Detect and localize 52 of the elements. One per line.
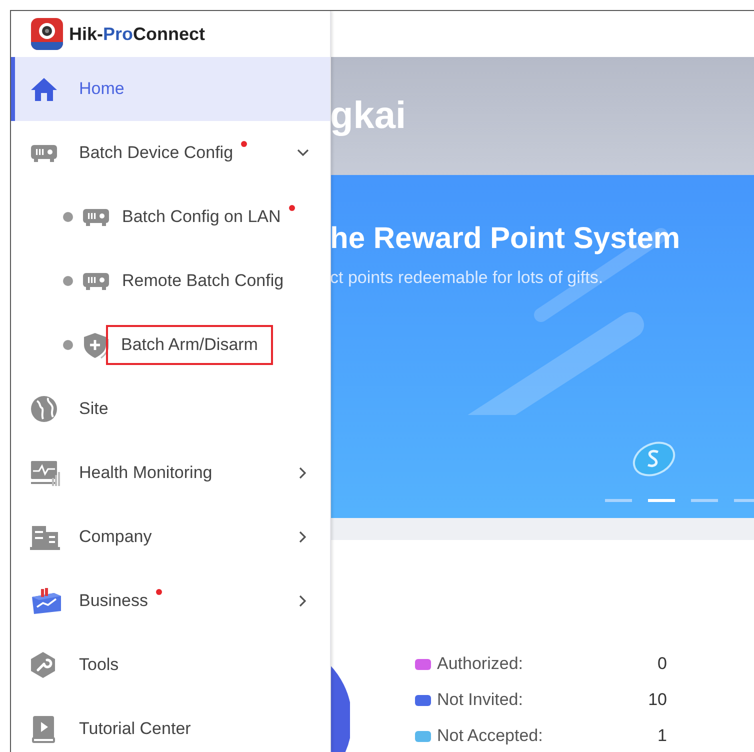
legend-label: Authorized: <box>437 654 524 674</box>
submenu-item[interactable]: Batch Arm/Disarm <box>11 313 330 377</box>
menu-item[interactable]: Tutorial Center <box>11 697 330 752</box>
legend-value: 0 <box>658 654 667 674</box>
menu-item[interactable]: Home <box>11 57 330 121</box>
banner-title: he Reward Point System <box>330 222 682 256</box>
submenu-item[interactable]: Batch Config on LAN <box>11 185 330 249</box>
legend-value: 1 <box>658 726 667 746</box>
book-play-icon <box>30 715 56 743</box>
briefcase-chart-icon <box>30 587 62 615</box>
device-icon <box>30 143 58 163</box>
legend-value: 10 <box>648 690 667 710</box>
carousel-indicator[interactable] <box>691 499 718 502</box>
menu-label: Home <box>79 79 124 99</box>
menu-label: Site <box>79 399 108 419</box>
menu-label: Batch Arm/Disarm <box>108 327 271 363</box>
carousel-indicator[interactable] <box>605 499 632 502</box>
bullet-icon <box>63 212 73 222</box>
carousel-indicator[interactable] <box>734 499 754 502</box>
menu-label: Business <box>79 591 148 611</box>
menu-label: Health Monitoring <box>79 463 212 483</box>
menu-label: Company <box>79 527 152 547</box>
menu-label: Tools <box>79 655 119 675</box>
menu-item[interactable]: Batch Device Config <box>11 121 330 185</box>
device-icon <box>82 271 110 291</box>
carousel-indicator[interactable] <box>648 499 675 502</box>
menu-item[interactable]: Business <box>11 569 330 633</box>
menu-label: Tutorial Center <box>79 719 191 739</box>
app-logo-icon <box>31 18 63 50</box>
menu-label: Batch Device Config <box>79 143 234 163</box>
bullet-icon <box>63 276 73 286</box>
menu-item[interactable]: Tools <box>11 633 330 697</box>
menu-item[interactable]: Company <box>11 505 330 569</box>
menu-item[interactable]: Health Monitoring <box>11 441 330 505</box>
app-name: Hik-ProConnect <box>69 24 206 44</box>
legend-label: Not Invited: <box>437 690 524 710</box>
submenu-item[interactable]: Remote Batch Config <box>11 249 330 313</box>
bullet-icon <box>63 340 73 350</box>
menu-item[interactable]: Site <box>11 377 330 441</box>
globe-icon <box>30 395 58 423</box>
banner-subtitle: ct points redeemable for lots of gifts. <box>330 268 604 288</box>
menu-label: Remote Batch Config <box>122 271 284 291</box>
building-icon <box>30 524 60 550</box>
device-icon <box>82 207 110 227</box>
monitor-chart-icon <box>30 459 60 487</box>
menu-label: Batch Config on LAN <box>122 207 281 227</box>
welcome-title: gkai <box>330 94 406 138</box>
shield-plus-icon <box>82 331 110 359</box>
home-icon <box>30 76 58 102</box>
coin-icon <box>631 440 677 478</box>
legend-label: Not Accepted: <box>437 726 544 746</box>
wrench-icon <box>30 651 56 679</box>
